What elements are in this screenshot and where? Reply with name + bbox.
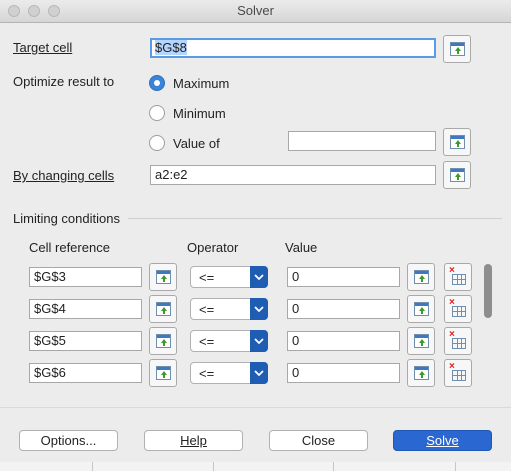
conditions-scrollbar[interactable] [484,264,492,318]
solver-dialog: Solver Target cell $G$8 Optimize result … [0,0,511,471]
condition-value-shrink-button[interactable] [407,359,435,387]
target-cell-input[interactable]: $G$8 [150,38,436,58]
target-cell-value: $G$8 [155,40,187,55]
condition-cell-input[interactable]: $G$4 [29,299,142,319]
condition-cell-shrink-button[interactable] [149,263,177,291]
operator-select[interactable]: <= [190,298,268,320]
radio-value-of[interactable] [149,135,165,151]
chevron-down-icon [250,330,268,352]
condition-value-shrink-button[interactable] [407,327,435,355]
condition-cell-shrink-button[interactable] [149,359,177,387]
chevron-down-icon [250,266,268,288]
operator-select[interactable]: <= [190,266,268,288]
remove-condition-button[interactable]: × [444,263,472,291]
changing-cells-shrink-button[interactable] [443,161,471,189]
title-bar: Solver [0,0,511,23]
help-button[interactable]: Help [144,430,243,451]
chevron-down-icon [250,298,268,320]
remove-condition-button[interactable]: × [444,295,472,323]
operator-select[interactable]: <= [190,362,268,384]
radio-maximum[interactable] [149,75,165,91]
value-of-shrink-button[interactable] [443,128,471,156]
condition-value-input[interactable]: 0 [287,363,400,383]
changing-cells-input[interactable]: a2:e2 [150,165,436,185]
condition-value-input[interactable]: 0 [287,299,400,319]
changing-cells-label: By changing cells [13,168,115,183]
window-title: Solver [237,3,274,18]
col-cell-reference: Cell reference [29,240,110,255]
spreadsheet-edge [0,462,511,471]
options-button[interactable]: Options... [19,430,118,451]
col-value: Value [285,240,318,255]
footer-divider [0,407,511,408]
target-cell-shrink-button[interactable] [443,35,471,63]
condition-value-shrink-button[interactable] [407,263,435,291]
col-operator: Operator [187,240,239,255]
close-button[interactable]: Close [269,430,368,451]
condition-cell-input[interactable]: $G$3 [29,267,142,287]
condition-value-shrink-button[interactable] [407,295,435,323]
value-of-input[interactable] [288,131,436,151]
chevron-down-icon [250,362,268,384]
section-divider [128,218,502,219]
value-of-label: Value of [173,136,220,151]
optimize-label: Optimize result to [13,74,115,89]
operator-select[interactable]: <= [190,330,268,352]
condition-cell-input[interactable]: $G$6 [29,363,142,383]
limiting-conditions-label: Limiting conditions [13,211,120,226]
radio-minimum[interactable] [149,105,165,121]
remove-condition-button[interactable]: × [444,327,472,355]
solve-button[interactable]: Solve [393,430,492,451]
remove-condition-button[interactable]: × [444,359,472,387]
condition-cell-shrink-button[interactable] [149,327,177,355]
condition-cell-shrink-button[interactable] [149,295,177,323]
condition-cell-input[interactable]: $G$5 [29,331,142,351]
condition-value-input[interactable]: 0 [287,331,400,351]
maximum-label: Maximum [173,76,230,91]
minimum-label: Minimum [173,106,226,121]
condition-value-input[interactable]: 0 [287,267,400,287]
target-cell-label: Target cell [13,40,73,55]
